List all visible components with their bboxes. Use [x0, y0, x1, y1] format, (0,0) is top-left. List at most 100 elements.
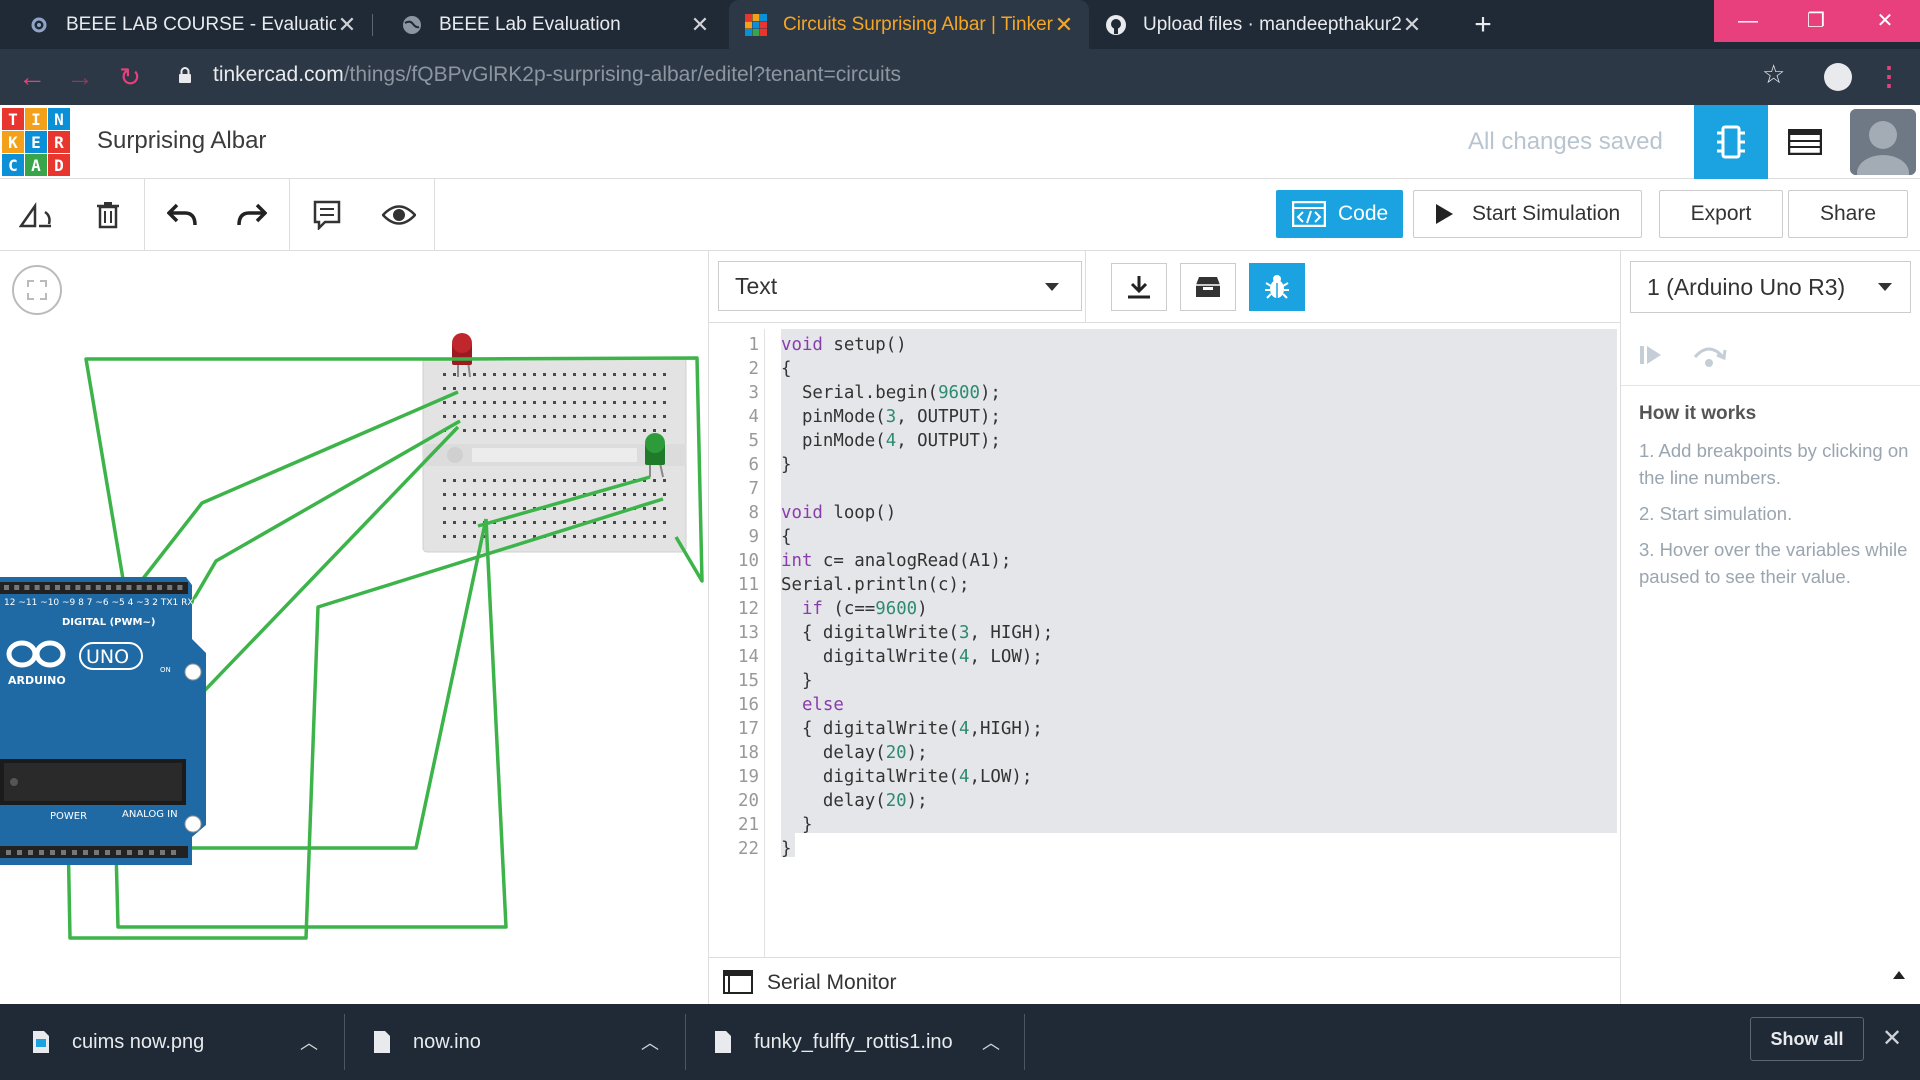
code-token: Serial.println(c);	[781, 575, 970, 595]
circuit-canvas[interactable]: 12 ~11 ~10 ~9 8 7 ~6 ~5 4 ~3 2 TX1 RX0 D…	[0, 251, 708, 1004]
line-number[interactable]: 18	[709, 741, 759, 765]
export-button[interactable]: Export	[1659, 190, 1783, 238]
download-item[interactable]: cuims now.png ︿	[32, 1004, 322, 1080]
profile-extension-icon[interactable]	[1824, 63, 1852, 91]
line-number[interactable]: 7	[709, 477, 759, 501]
notes-icon[interactable]	[309, 197, 345, 233]
download-code-button[interactable]	[1111, 263, 1167, 311]
breadboard-hole	[453, 493, 456, 496]
breadboard-hole	[513, 373, 516, 376]
code-line: if (c==9600)	[781, 597, 928, 621]
chevron-up-icon[interactable]: ︿	[982, 1029, 1000, 1055]
rotate-icon[interactable]	[18, 197, 54, 233]
minimize-button[interactable]: —	[1714, 0, 1782, 42]
line-number[interactable]: 12	[709, 597, 759, 621]
line-number[interactable]: 19	[709, 765, 759, 789]
bookmark-star-icon[interactable]: ☆	[1762, 59, 1785, 90]
gear-icon	[28, 14, 50, 36]
maximize-button[interactable]: ❐	[1782, 0, 1850, 42]
undo-icon[interactable]	[164, 197, 200, 233]
reload-icon[interactable]: ↻	[112, 59, 148, 95]
line-number[interactable]: 11	[709, 573, 759, 597]
breadboard-hole	[463, 521, 466, 524]
share-button[interactable]: Share	[1788, 190, 1908, 238]
line-number-gutter[interactable]: 1 2 3 4 5 6 7 8 9 10 11 12 13 14 15 16 17 18 19 20 21 22	[709, 329, 765, 957]
redo-icon[interactable]	[234, 197, 270, 233]
url-field[interactable]: tinkercad.com/things/fQBPvGlRK2p-surpris…	[213, 63, 901, 87]
header-pin	[50, 850, 55, 855]
line-number[interactable]: 9	[709, 525, 759, 549]
new-tab-button[interactable]: +	[1466, 8, 1500, 42]
tab-github-upload[interactable]: Upload files · mandeepthakur29/ ✕	[1097, 0, 1437, 49]
resume-icon[interactable]	[1637, 341, 1665, 369]
breadboard-hole	[583, 535, 586, 538]
browser-menu-icon[interactable]: ⋮	[1876, 61, 1902, 92]
step-over-icon[interactable]	[1691, 341, 1727, 369]
code-token: 4	[959, 647, 970, 667]
code-token: {	[781, 527, 792, 547]
line-number[interactable]: 17	[709, 717, 759, 741]
back-icon[interactable]: ←	[14, 59, 50, 95]
tab-tinkercad[interactable]: Circuits Surprising Albar | Tinkercad ✕	[729, 0, 1089, 49]
line-number[interactable]: 2	[709, 357, 759, 381]
tab-beee-evaluation[interactable]: BEEE Lab Evaluation ✕	[373, 0, 725, 49]
serial-monitor-bar[interactable]: Serial Monitor	[709, 957, 1621, 1004]
code-text-area[interactable]: void setup(){ Serial.begin(9600); pinMod…	[765, 329, 1621, 957]
project-title[interactable]: Surprising Albar	[97, 127, 266, 155]
breadboard-hole	[543, 415, 546, 418]
user-avatar[interactable]	[1850, 109, 1916, 175]
breadboard-hole	[533, 429, 536, 432]
tinkercad-logo[interactable]: T I N K E R C A D	[2, 108, 70, 176]
breadboard-hole	[543, 429, 546, 432]
line-number[interactable]: 8	[709, 501, 759, 525]
code-button[interactable]: Code	[1276, 190, 1403, 238]
line-number[interactable]: 13	[709, 621, 759, 645]
code-token: , OUTPUT);	[896, 407, 1001, 427]
line-number[interactable]: 21	[709, 813, 759, 837]
breadboard-hole	[613, 493, 616, 496]
breadboard-hole	[663, 387, 666, 390]
line-number[interactable]: 10	[709, 549, 759, 573]
arduino-uno-board[interactable]: 12 ~11 ~10 ~9 8 7 ~6 ~5 4 ~3 2 TX1 RX0 D…	[0, 577, 206, 865]
line-number[interactable]: 15	[709, 669, 759, 693]
close-window-button[interactable]: ✕	[1850, 0, 1920, 42]
line-number[interactable]: 4	[709, 405, 759, 429]
line-number[interactable]: 16	[709, 693, 759, 717]
chevron-up-icon[interactable]: ︿	[300, 1029, 318, 1055]
line-number[interactable]: 22	[709, 837, 759, 861]
chevron-up-icon[interactable]: ︿	[641, 1029, 659, 1055]
start-simulation-button[interactable]: Start Simulation	[1413, 190, 1642, 238]
visibility-icon[interactable]	[381, 197, 417, 233]
forward-icon[interactable]: →	[62, 59, 98, 95]
libraries-button[interactable]	[1180, 263, 1236, 311]
download-item[interactable]: funky_fulffy_rottis1.ino ︿	[714, 1004, 1004, 1080]
breadboard-hole	[643, 387, 646, 390]
code-token: delay(	[781, 791, 886, 811]
line-number[interactable]: 5	[709, 429, 759, 453]
download-item[interactable]: now.ino ︿	[373, 1004, 663, 1080]
close-tab-icon[interactable]: ✕	[1053, 12, 1075, 38]
line-number[interactable]: 6	[709, 453, 759, 477]
close-tab-icon[interactable]: ✕	[689, 12, 711, 38]
line-number[interactable]: 3	[709, 381, 759, 405]
breadboard-hole	[443, 387, 446, 390]
line-number[interactable]: 14	[709, 645, 759, 669]
code-mode-select[interactable]: Text	[718, 261, 1082, 311]
device-select[interactable]: 1 (Arduino Uno R3)	[1630, 261, 1911, 313]
breadboard-hole	[523, 387, 526, 390]
close-tab-icon[interactable]: ✕	[336, 12, 358, 38]
component-list-button[interactable]	[1768, 105, 1842, 179]
breadboard-hole	[473, 401, 476, 404]
wire[interactable]	[136, 390, 459, 587]
delete-icon[interactable]	[90, 197, 126, 233]
tab-beee-course[interactable]: BEEE LAB COURSE - Evaluations ✕	[0, 0, 372, 49]
collapse-panel-icon[interactable]	[1893, 971, 1905, 979]
circuit-view-button[interactable]	[1694, 105, 1768, 179]
breadboard-hole	[653, 493, 656, 496]
line-number[interactable]: 1	[709, 333, 759, 357]
debugger-button[interactable]	[1249, 263, 1305, 311]
show-all-downloads-button[interactable]: Show all	[1750, 1017, 1864, 1061]
line-number[interactable]: 20	[709, 789, 759, 813]
close-tab-icon[interactable]: ✕	[1401, 12, 1423, 38]
close-downloads-icon[interactable]: ✕	[1882, 1024, 1902, 1053]
